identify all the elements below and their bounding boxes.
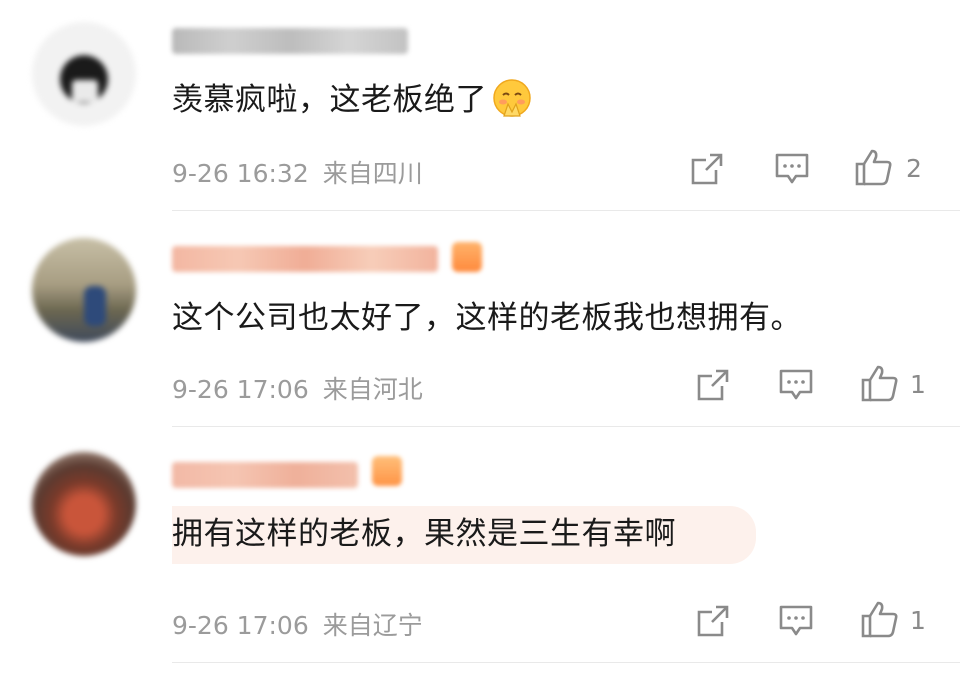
- thumbs-up-icon: [854, 148, 894, 186]
- timestamp: 9-26 17:06: [172, 611, 309, 640]
- comment-meta: 9-26 17:06 来自辽宁: [172, 606, 437, 642]
- reply-button[interactable]: [778, 604, 814, 638]
- share-icon: [690, 152, 724, 186]
- timestamp: 9-26 16:32: [172, 159, 309, 188]
- like-button[interactable]: [860, 364, 900, 402]
- like-button[interactable]: [860, 600, 900, 638]
- location: 来自河北: [322, 375, 423, 404]
- thumbs-up-icon: [860, 600, 900, 638]
- comment-text: 羡慕疯啦，这老板绝了: [172, 78, 533, 123]
- divider: [172, 662, 960, 663]
- reply-button[interactable]: [774, 152, 810, 186]
- location: 来自四川: [322, 159, 423, 188]
- share-button[interactable]: [696, 604, 730, 638]
- like-count: 2: [906, 154, 922, 183]
- share-icon: [696, 368, 730, 402]
- vip-badge-icon: [372, 456, 402, 486]
- username[interactable]: [172, 246, 438, 272]
- share-icon: [696, 604, 730, 638]
- comment-icon: [774, 152, 810, 186]
- comment-meta: 9-26 16:32 来自四川: [172, 154, 437, 190]
- like-button[interactable]: [854, 148, 894, 186]
- thumbs-up-icon: [860, 364, 900, 402]
- avatar[interactable]: [32, 452, 136, 556]
- comment-icon: [778, 604, 814, 638]
- comment-text: 拥有这样的老板，果然是三生有幸啊: [172, 506, 756, 564]
- share-button[interactable]: [696, 368, 730, 402]
- divider: [172, 426, 960, 427]
- share-button[interactable]: [690, 152, 724, 186]
- timestamp: 9-26 17:06: [172, 375, 309, 404]
- username[interactable]: [172, 462, 358, 488]
- like-count: 1: [910, 370, 926, 399]
- location: 来自辽宁: [322, 611, 423, 640]
- like-count: 1: [910, 606, 926, 635]
- comment-icon: [778, 368, 814, 402]
- vip-badge-icon: [452, 242, 482, 272]
- comment-text: 这个公司也太好了，这样的老板我也想拥有。: [172, 300, 802, 336]
- pleading-hands-emoji-icon: [491, 78, 533, 120]
- avatar[interactable]: [32, 238, 136, 342]
- divider: [172, 210, 960, 211]
- comment-meta: 9-26 17:06 来自河北: [172, 370, 437, 406]
- username[interactable]: [172, 28, 408, 54]
- avatar[interactable]: [32, 22, 136, 126]
- reply-button[interactable]: [778, 368, 814, 402]
